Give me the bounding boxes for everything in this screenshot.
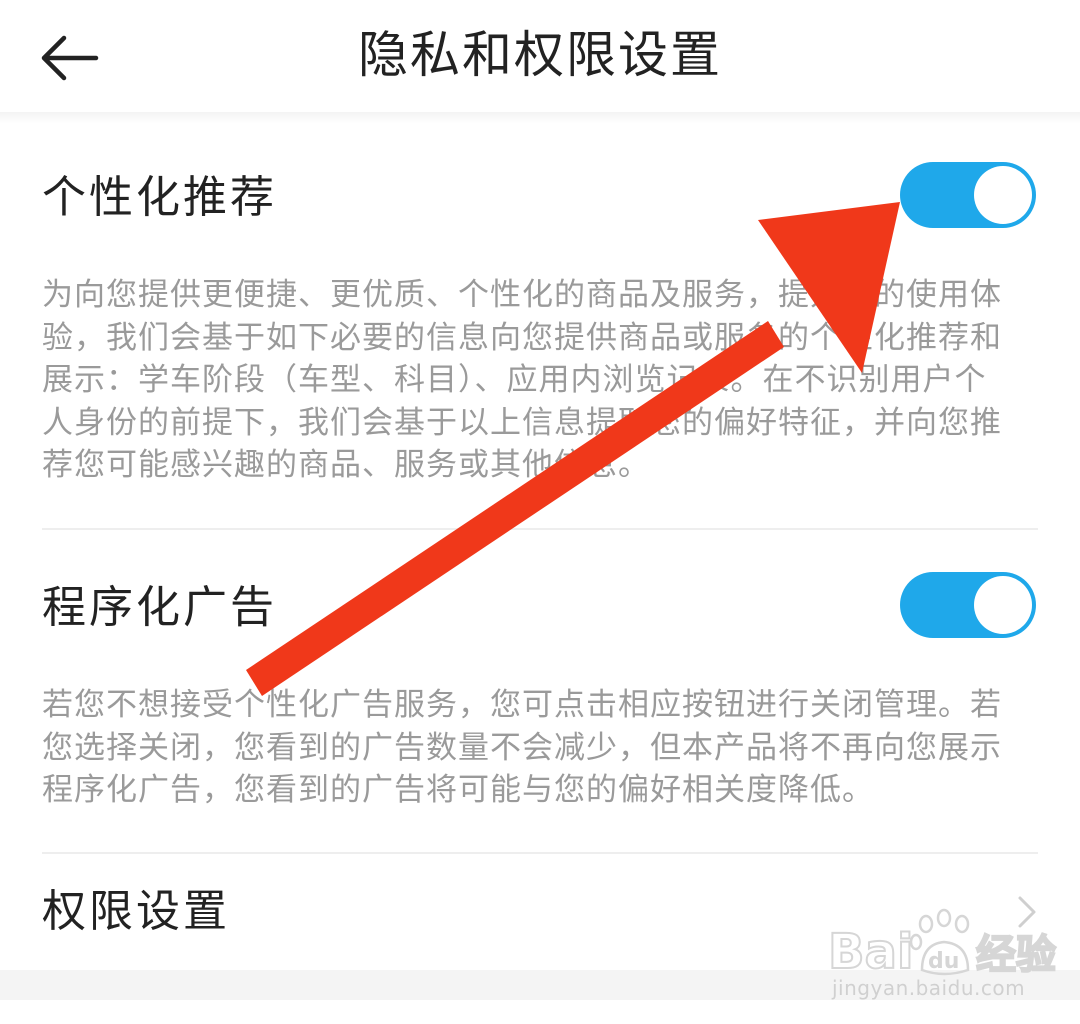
toggle-knob (974, 166, 1032, 224)
personalized-recommendation-title: 个性化推荐 (42, 172, 277, 223)
permission-settings-title[interactable]: 权限设置 (42, 884, 230, 940)
page-title: 隐私和权限设置 (358, 26, 722, 84)
personalized-recommendation-toggle[interactable] (900, 162, 1036, 228)
app-header: 隐私和权限设置 (0, 0, 1080, 112)
svg-text:du: du (928, 949, 959, 974)
personalized-recommendation-description: 为向您提供更便捷、更优质、个性化的商品及服务，提升您的使用体 验，我们会基于如下… (42, 274, 1042, 487)
watermark-url: jingyan.baidu.com (832, 976, 1026, 1000)
description-line: 您选择关闭，您看到的广告数量不会减少，但本产品将不再向您展示 (42, 729, 1002, 766)
section-divider (42, 528, 1038, 530)
programmatic-ads-description: 若您不想接受个性化广告服务，您可点击相应按钮进行关闭管理。若 您选择关闭，您看到… (42, 684, 1042, 812)
description-line: 人身份的前提下，我们会基于以上信息提取您的偏好特征，并向您推 (42, 404, 1002, 441)
description-line: 验，我们会基于如下必要的信息向您提供商品或服务的个性化推荐和 (42, 319, 1002, 356)
description-line: 若您不想接受个性化广告服务，您可点击相应按钮进行关闭管理。若 (42, 687, 1002, 723)
description-line: 为向您提供更便捷、更优质、个性化的商品及服务，提升您的使用体 (42, 277, 1002, 313)
section-divider (42, 852, 1038, 854)
svg-text:经验: 经验 (976, 932, 1056, 978)
svg-text:Bai: Bai (828, 924, 913, 980)
annotation-arrow-icon (246, 202, 900, 696)
description-line: 展示：学车阶段（车型、科目）、应用内浏览记录。在不识别用户个 (42, 362, 987, 398)
description-line: 荐您可能感兴趣的商品、服务或其他信息。 (42, 447, 650, 483)
header-divider (0, 112, 1080, 124)
privacy-settings-screen: 隐私和权限设置 个性化推荐 为向您提供更便捷、更优质、个性化的商品及服务，提升您… (0, 0, 1080, 1024)
toggle-knob (974, 576, 1032, 634)
programmatic-ads-toggle[interactable] (900, 572, 1036, 638)
description-line: 程序化广告，您看到的广告将可能与您的偏好相关度降低。 (42, 772, 874, 808)
programmatic-ads-title: 程序化广告 (42, 582, 277, 633)
